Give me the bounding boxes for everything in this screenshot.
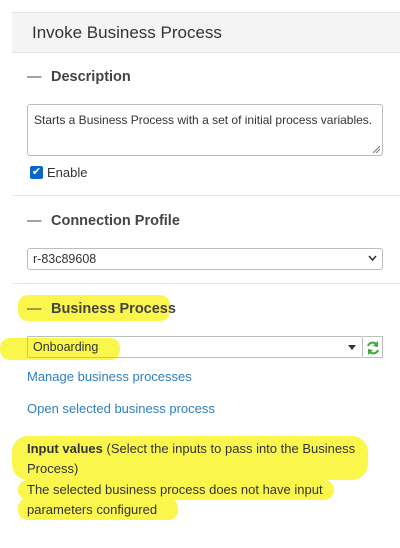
panel-title: Invoke Business Process [32, 23, 222, 42]
business-process-section-toggle[interactable]: — Business Process [27, 301, 176, 317]
checkmark-icon: ✔ [31, 166, 42, 178]
description-textarea[interactable]: Starts a Business Process with a set of … [27, 104, 383, 156]
input-values-label: Input values [27, 441, 103, 456]
open-business-process-link[interactable]: Open selected business process [27, 401, 215, 416]
panel-header: Invoke Business Process [12, 12, 400, 53]
enable-label: Enable [47, 165, 88, 180]
refresh-button[interactable] [363, 336, 383, 358]
enable-checkbox[interactable]: ✔ [30, 166, 43, 179]
business-process-select[interactable]: Onboarding [27, 336, 363, 358]
collapse-dash-icon: — [27, 69, 42, 85]
no-params-message: The selected business process does not h… [27, 482, 323, 517]
business-process-value: Onboarding [33, 340, 99, 354]
chevron-down-icon [368, 255, 377, 261]
properties-panel: Invoke Business Process — Description Sta… [0, 12, 400, 548]
connection-profile-value: r-83c89608 [33, 252, 97, 266]
description-heading: Description [51, 69, 131, 85]
manage-business-processes-link[interactable]: Manage business processes [27, 369, 192, 384]
business-process-heading: Business Process [51, 301, 176, 317]
refresh-icon [367, 341, 379, 355]
left-gutter [0, 0, 12, 548]
input-values-info: Input values (Select the inputs to pass … [27, 439, 377, 479]
collapse-dash-icon: — [27, 301, 42, 317]
description-text: Starts a Business Process with a set of … [34, 113, 373, 127]
connection-section-toggle[interactable]: — Connection Profile [27, 213, 180, 229]
connection-heading: Connection Profile [51, 213, 180, 229]
description-section-toggle[interactable]: — Description [27, 69, 131, 85]
collapse-dash-icon: — [27, 213, 42, 229]
caret-down-icon [348, 345, 356, 350]
resize-grip-icon[interactable] [372, 145, 380, 153]
divider [12, 283, 400, 284]
connection-profile-select[interactable]: r-83c89608 [27, 248, 383, 270]
divider [12, 195, 400, 196]
